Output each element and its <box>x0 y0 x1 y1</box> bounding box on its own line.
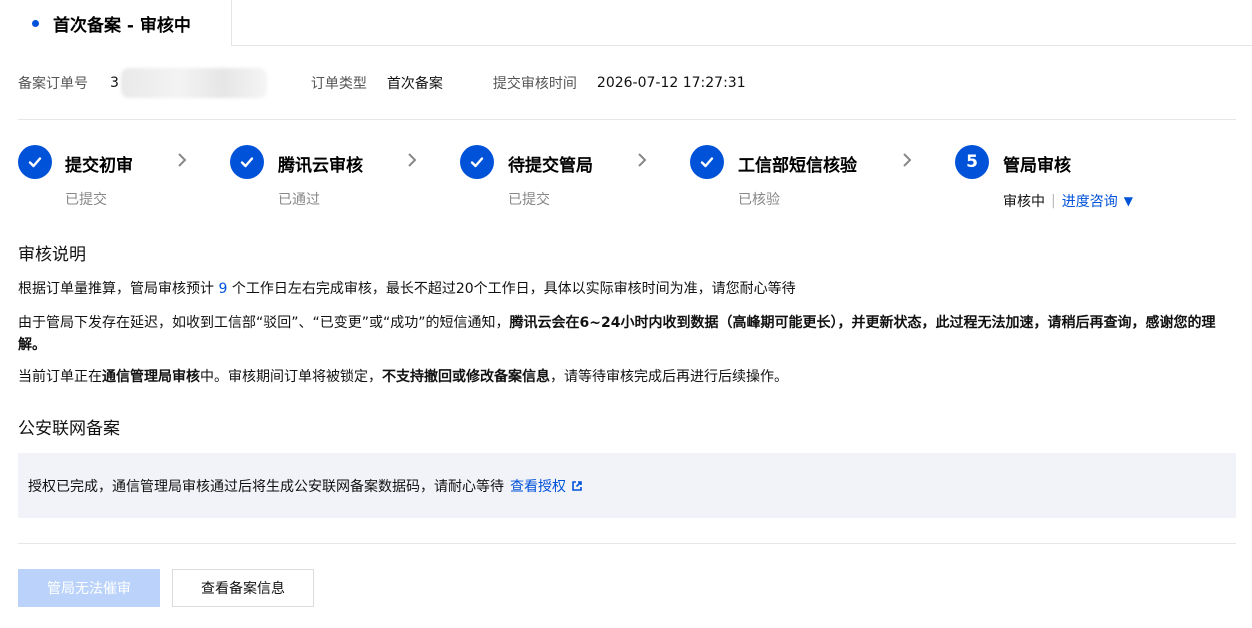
review-notes-title: 审核说明 <box>18 245 86 265</box>
progress-inquiry-link[interactable]: 进度咨询 <box>1062 191 1118 211</box>
order-type-value: 首次备案 <box>386 76 443 92</box>
text-bold: 通信管理局审核 <box>102 369 200 385</box>
view-authorization-label: 查看授权 <box>510 478 566 495</box>
step-bureau-review: 5 管局审核 审核中 | 进度咨询 ▼ <box>955 145 1133 210</box>
step-status-row: 审核中 | 进度咨询 ▼ <box>1003 191 1133 211</box>
divider <box>18 119 1236 120</box>
text: 中。审核期间订单将被锁定， <box>200 369 382 385</box>
order-meta-row: 备案订单号 3 订单类型 首次备案 提交审核时间 2026-07-12 17:2… <box>18 68 746 98</box>
order-no-value: 3 <box>110 75 119 91</box>
step-title: 工信部短信核验 <box>738 156 857 176</box>
check-icon <box>690 145 724 179</box>
chevron-right-icon <box>636 151 648 174</box>
divider <box>18 543 1236 544</box>
chevron-right-icon <box>901 151 913 174</box>
tab-divider <box>232 45 1252 46</box>
order-type-label: 订单类型 <box>310 76 367 92</box>
chevron-right-icon <box>406 151 418 174</box>
tab-filing-status[interactable]: 首次备案 - 审核中 <box>0 0 232 46</box>
notice-text: 授权已完成，通信管理局审核通过后将生成公安联网备案数据码，请耐心等待 <box>28 478 504 495</box>
status-dot-icon <box>32 19 39 27</box>
order-no-label: 备案订单号 <box>18 76 88 92</box>
chevron-right-icon <box>176 151 188 174</box>
review-lock-text: 当前订单正在通信管理局审核中。审核期间订单将被锁定，不支持撤回或修改备案信息，请… <box>18 366 1228 388</box>
step-title: 提交初审 <box>65 156 133 176</box>
step-title: 待提交管局 <box>508 156 593 176</box>
check-icon <box>460 145 494 179</box>
step-tencent-review: 腾讯云审核 已通过 <box>230 145 363 208</box>
text: 当前订单正在 <box>18 369 102 385</box>
separator: | <box>1051 193 1056 209</box>
check-icon <box>230 145 264 179</box>
step-status: 已通过 <box>278 192 320 208</box>
text: 由于管局下发存在延迟，如收到工信部“驳回”、“已变更”或“成功”的短信通知， <box>18 315 510 331</box>
public-security-title: 公安联网备案 <box>18 419 120 439</box>
step-number: 5 <box>955 145 989 179</box>
view-authorization-link[interactable]: 查看授权 <box>510 476 584 496</box>
text: ，请等待审核完成后再进行后续操作。 <box>550 369 788 385</box>
step-initial-review: 提交初审 已提交 <box>18 145 133 208</box>
step-title: 腾讯云审核 <box>278 156 363 176</box>
check-icon <box>18 145 52 179</box>
text: 根据订单量推算，管局审核预计 <box>18 281 214 297</box>
urge-review-button[interactable]: 管局无法催审 <box>18 569 160 607</box>
step-status: 审核中 <box>1003 194 1045 210</box>
text-bold: 不支持撤回或修改备案信息 <box>382 369 550 385</box>
text: 个工作日左右完成审核，最长不超过20个工作日，具体以实际审核时间为准，请您耐心等… <box>231 281 796 297</box>
submit-time-label: 提交审核时间 <box>492 76 577 92</box>
estimated-days: 9 <box>218 281 228 297</box>
submit-time-value: 2026-07-12 17:27:31 <box>596 75 746 91</box>
progress-steps: 提交初审 已提交 腾讯云审核 已通过 待提交管局 已提交 工信部短信核验 已核验 <box>18 145 1238 215</box>
step-status: 已提交 <box>65 192 107 208</box>
review-estimate-text: 根据订单量推算，管局审核预计 9 个工作日左右完成审核，最长不超过20个工作日，… <box>18 278 1228 300</box>
view-filing-info-button[interactable]: 查看备案信息 <box>172 569 314 607</box>
step-status: 已核验 <box>738 192 780 208</box>
external-link-icon <box>570 479 584 493</box>
step-title: 管局审核 <box>1003 156 1071 176</box>
order-no-redacted <box>120 68 267 98</box>
tab-title: 首次备案 - 审核中 <box>53 15 191 36</box>
step-submit-bureau: 待提交管局 已提交 <box>460 145 593 208</box>
step-status: 已提交 <box>508 192 550 208</box>
public-security-notice: 授权已完成，通信管理局审核通过后将生成公安联网备案数据码，请耐心等待 查看授权 <box>18 453 1236 518</box>
step-sms-verification: 工信部短信核验 已核验 <box>690 145 857 208</box>
review-delay-text: 由于管局下发存在延迟，如收到工信部“驳回”、“已变更”或“成功”的短信通知，腾讯… <box>18 312 1228 356</box>
caret-down-icon[interactable]: ▼ <box>1124 194 1133 208</box>
